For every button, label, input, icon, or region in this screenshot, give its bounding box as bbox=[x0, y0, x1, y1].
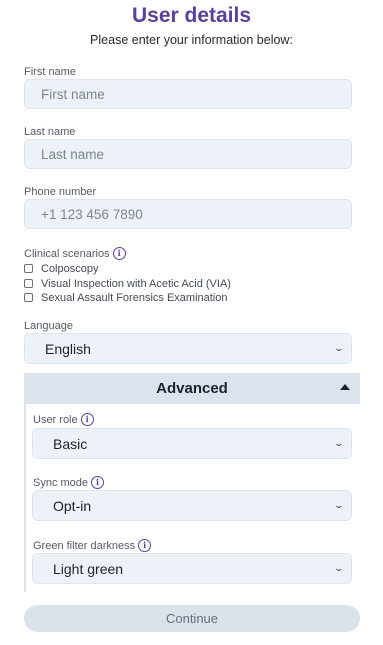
page-subtitle: Please enter your information below: bbox=[90, 33, 293, 47]
info-icon[interactable]: i bbox=[112, 247, 126, 260]
language-label: Language bbox=[24, 320, 73, 332]
sync-mode-value: Opt-in bbox=[53, 497, 92, 514]
language-value: English bbox=[45, 340, 91, 357]
first-name-field[interactable] bbox=[24, 79, 352, 109]
user-role-value: Basic bbox=[53, 435, 88, 452]
user-details-screen: User details Please enter your informati… bbox=[0, 0, 383, 645]
checkbox-label: Sexual Assault Forensics Examination bbox=[41, 291, 228, 304]
phone-number-label: Phone number bbox=[24, 186, 97, 198]
checkbox-box[interactable] bbox=[24, 264, 33, 273]
advanced-toggle[interactable]: Advanced bbox=[24, 373, 360, 404]
green-filter-value: Light green bbox=[53, 560, 124, 577]
page-title: User details bbox=[131, 4, 252, 27]
user-role-select[interactable]: Basic ⌄ bbox=[32, 428, 352, 459]
checkbox-label: Colposcopy bbox=[41, 262, 99, 275]
checkbox-safe[interactable]: Sexual Assault Forensics Examination bbox=[24, 291, 227, 304]
clinical-scenarios-text: Clinical scenarios bbox=[24, 248, 110, 260]
green-filter-label: Green filter darkness i bbox=[33, 539, 152, 552]
continue-button[interactable]: Continue bbox=[24, 605, 360, 632]
advanced-section-border bbox=[24, 404, 26, 592]
first-name-label: First name bbox=[24, 66, 76, 78]
chevron-down-icon: ⌄ bbox=[333, 563, 345, 573]
chevron-down-icon: ⌄ bbox=[333, 343, 345, 353]
user-role-text: User role bbox=[33, 414, 78, 426]
last-name-label: Last name bbox=[24, 126, 76, 138]
chevron-down-icon: ⌄ bbox=[333, 438, 345, 448]
info-icon[interactable]: i bbox=[138, 539, 152, 552]
info-icon[interactable]: i bbox=[91, 476, 105, 489]
green-filter-select[interactable]: Light green ⌄ bbox=[32, 553, 352, 584]
sync-mode-text: Sync mode bbox=[33, 477, 89, 489]
last-name-field[interactable] bbox=[24, 139, 352, 169]
green-filter-text: Green filter darkness bbox=[33, 540, 136, 552]
collapse-triangle-icon bbox=[340, 384, 350, 390]
advanced-title: Advanced bbox=[156, 380, 228, 397]
sync-mode-label: Sync mode i bbox=[33, 476, 105, 489]
user-role-label: User role i bbox=[33, 413, 94, 426]
checkbox-colposcopy[interactable]: Colposcopy bbox=[24, 262, 98, 275]
clinical-scenarios-label: Clinical scenarios i bbox=[24, 247, 126, 260]
language-select[interactable]: English ⌄ bbox=[24, 333, 352, 364]
phone-number-field[interactable] bbox=[24, 199, 352, 229]
chevron-down-icon: ⌄ bbox=[333, 500, 345, 510]
checkbox-label: Visual Inspection with Acetic Acid (VIA) bbox=[41, 277, 231, 290]
checkbox-box[interactable] bbox=[24, 293, 33, 302]
info-icon[interactable]: i bbox=[80, 413, 94, 426]
checkbox-via[interactable]: Visual Inspection with Acetic Acid (VIA) bbox=[24, 277, 231, 290]
sync-mode-select[interactable]: Opt-in ⌄ bbox=[32, 490, 352, 521]
checkbox-box[interactable] bbox=[24, 279, 33, 288]
